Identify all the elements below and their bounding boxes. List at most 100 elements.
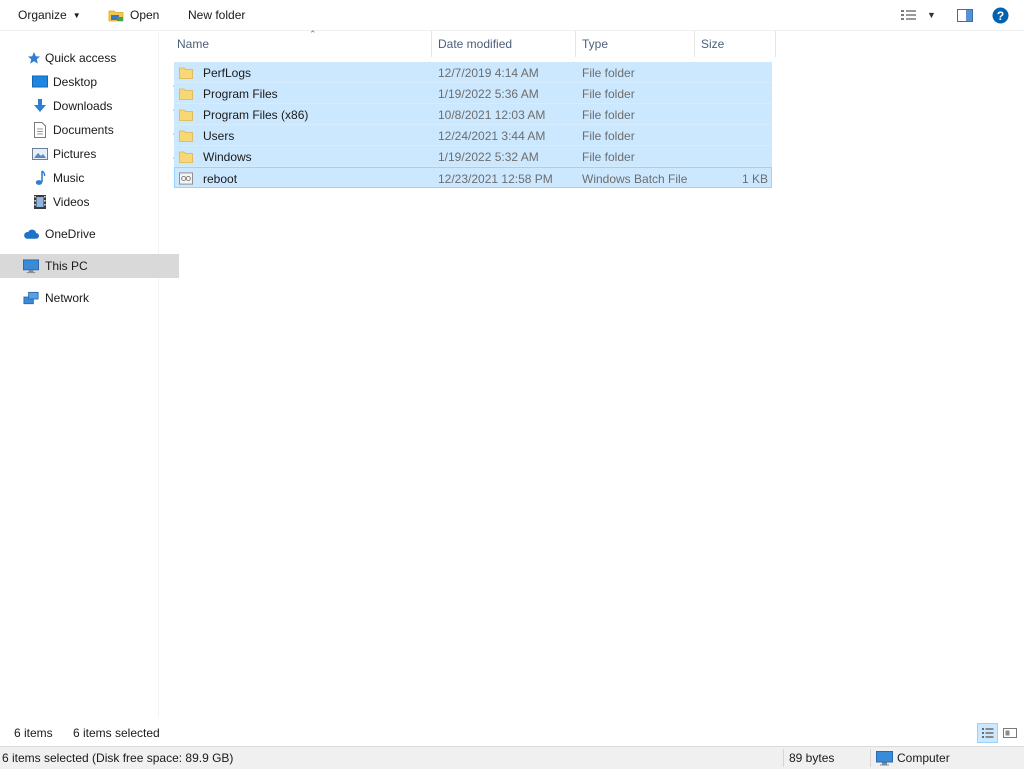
file-date: 12/23/2021 12:58 PM [438,171,553,186]
large-icons-view-icon [1002,727,1017,739]
nav-label: Pictures [53,147,97,161]
open-label: Open [130,8,160,22]
nav-onedrive[interactable]: OneDrive [0,222,179,246]
column-header-type[interactable]: Type [576,31,695,57]
star-icon [26,50,42,66]
table-row[interactable]: PerfLogs 12/7/2019 4:14 AM File folder [174,62,772,83]
details-view-icon [981,727,995,739]
file-date: 1/19/2022 5:32 AM [438,149,539,164]
folder-icon [179,150,193,164]
file-name: PerfLogs [203,65,252,80]
table-row[interactable]: Users 12/24/2021 3:44 AM File folder [174,125,772,146]
details-view-button[interactable] [977,723,998,743]
nav-network[interactable]: Network [0,286,179,310]
file-name: Users [203,128,235,143]
nav-label: Videos [53,195,90,209]
file-name-cell: Program Files [179,83,278,104]
file-type: File folder [582,86,635,101]
folder-icon [179,108,193,122]
location-label: Computer [897,751,950,765]
organize-button[interactable]: Organize ▼ [18,0,81,30]
nav-label: This PC [45,259,88,273]
nav-label: Network [45,291,90,305]
downloads-icon [32,98,48,114]
nav-quick-access[interactable]: Quick access [0,46,182,70]
computer-icon [876,750,893,766]
column-label: Type [582,37,609,51]
file-type: File folder [582,149,635,164]
file-name-cell: Windows [179,146,252,167]
status-bar: 6 items selected (Disk free space: 89.9 … [0,746,1024,769]
chevron-down-icon: ▼ [927,10,936,20]
sort-ascending-icon: ⌃ [309,29,317,39]
file-name: reboot [203,171,238,186]
file-date: 10/8/2021 12:03 AM [438,107,546,122]
view-options-icon [900,9,918,21]
file-name-cell: Users [179,125,234,146]
open-button[interactable]: Open [108,0,159,30]
folder-icon [179,66,193,80]
column-label: Name [177,37,210,51]
status-divider [870,749,871,767]
file-date: 12/24/2021 3:44 AM [438,128,546,143]
folder-icon [179,87,193,101]
nav-this-pc[interactable]: This PC [0,254,179,278]
file-size [684,146,768,167]
help-button[interactable]: ? [992,0,1009,30]
table-row[interactable]: Windows 1/19/2022 5:32 AM File folder [174,146,772,167]
pictures-icon [32,146,48,162]
batch-file-icon [179,171,193,186]
file-name-cell: PerfLogs [179,62,251,83]
nav-label: Music [53,171,85,185]
preview-pane-button[interactable] [957,0,973,30]
status-location: Computer [876,747,950,769]
nav-label: Downloads [53,99,113,113]
music-icon [32,170,48,186]
file-name: Program Files [203,86,278,101]
file-size [684,125,768,146]
change-view-button[interactable]: ▼ [900,0,936,30]
new-folder-label: New folder [188,8,246,22]
file-type: File folder [582,128,635,143]
nav-label: Documents [53,123,114,137]
file-type: Windows Batch File [582,171,688,186]
table-row[interactable]: Program Files (x86) 10/8/2021 12:03 AM F… [174,104,772,125]
network-icon [23,290,39,306]
table-row[interactable]: reboot 12/23/2021 12:58 PM Windows Batch… [174,167,772,188]
organize-label: Organize [18,8,67,22]
videos-icon [32,194,48,210]
help-icon: ? [992,7,1009,24]
chevron-down-icon: ▼ [72,10,81,20]
file-size [684,62,768,83]
status-text: 6 items selected (Disk free space: 89.9 … [2,751,234,765]
cloud-icon [23,226,39,242]
file-name: Windows [203,149,252,164]
column-header-size[interactable]: Size [695,31,776,57]
file-rows: PerfLogs 12/7/2019 4:14 AM File folder P… [174,62,772,188]
large-icons-view-button[interactable] [999,723,1020,743]
column-label: Date modified [438,37,513,51]
file-name-cell: reboot [179,168,237,189]
item-count: 6 items [14,726,53,740]
new-folder-button[interactable]: New folder [188,0,245,30]
nav-label: OneDrive [45,227,96,241]
desktop-icon [32,74,48,90]
file-list: Name ⌃ Date modified Type Size PerfLogs … [159,29,1024,717]
file-type: File folder [582,107,635,122]
column-label: Size [701,37,725,51]
nav-label: Quick access [45,51,117,65]
file-size [684,104,768,125]
column-header-date[interactable]: Date modified [432,31,576,57]
status-size: 89 bytes [789,751,835,765]
column-header-name[interactable]: Name ⌃ [171,29,432,57]
svg-text:?: ? [997,9,1004,23]
file-date: 1/19/2022 5:36 AM [438,86,539,101]
file-name: Program Files (x86) [203,107,309,122]
table-row[interactable]: Program Files 1/19/2022 5:36 AM File fol… [174,83,772,104]
folder-icon [179,129,193,143]
open-folder-icon [108,8,125,23]
navigation-pane: Quick access Desktop Downloads Documents [0,31,183,717]
documents-icon [32,122,48,138]
item-info-bar: 6 items 6 items selected [0,722,1024,744]
command-bar: Organize ▼ Open New folder ▼ ? [0,0,1024,31]
